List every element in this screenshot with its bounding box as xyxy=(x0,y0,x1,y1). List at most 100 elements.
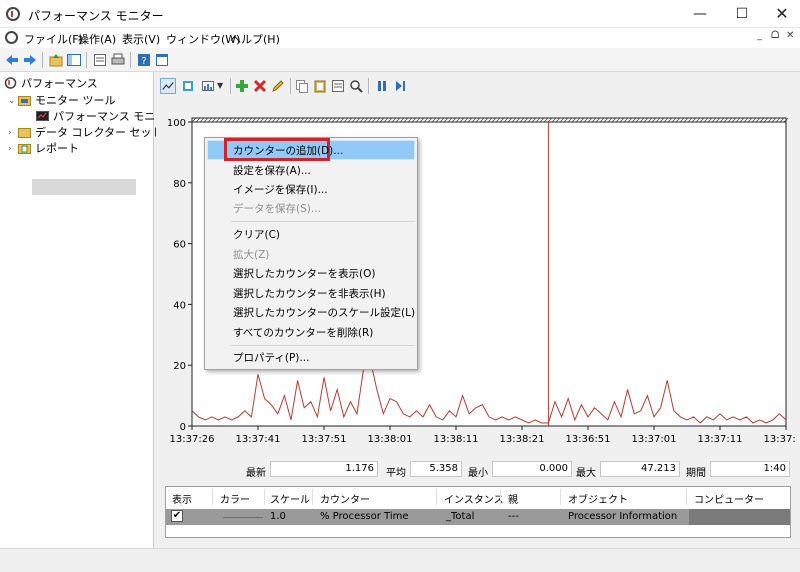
menu-item-remove-all[interactable]: すべてのカウンターを削除(R) xyxy=(233,325,373,340)
menu-item-show-selected[interactable]: 選択したカウンターを表示(O) xyxy=(233,266,375,281)
toolbar-separator xyxy=(290,78,291,94)
column-header-parent[interactable]: 親 xyxy=(508,491,518,506)
tree-item-monitor-tools[interactable]: モニター ツール xyxy=(18,93,116,109)
paste-counter-list-icon[interactable] xyxy=(312,78,328,94)
update-data-icon[interactable] xyxy=(392,78,408,94)
main-toolbar: ? xyxy=(0,48,800,72)
y-axis-ticks: 100 80 60 40 20 0 xyxy=(167,118,192,433)
perfmon-app-icon xyxy=(6,7,20,21)
toolbar-separator xyxy=(42,52,43,68)
up-folder-icon[interactable] xyxy=(48,52,64,68)
close-button[interactable]: ✕ xyxy=(762,0,800,28)
x-tick-label: 13:38:21 xyxy=(500,434,545,445)
mdi-minimize-button[interactable]: _ xyxy=(757,30,762,41)
y-tick-label: 20 xyxy=(173,361,186,372)
x-tick-label: 13:37:11 xyxy=(698,434,743,445)
menu-help[interactable]: ヘルプ(H) xyxy=(230,31,280,47)
menu-view[interactable]: 表示(V) xyxy=(122,31,160,47)
graph-toolbar: ▼ xyxy=(156,74,800,100)
expand-chevron-icon[interactable]: ⌄ xyxy=(8,96,16,106)
minimize-button[interactable]: — xyxy=(680,0,720,28)
y-tick-label: 60 xyxy=(173,240,186,251)
x-tick-label: 13:37:51 xyxy=(302,434,347,445)
cell-computer xyxy=(689,509,790,525)
menu-file[interactable]: ファイル(F) xyxy=(24,31,83,47)
y-tick-label: 80 xyxy=(173,179,186,190)
tree-label: データ コレクター セット xyxy=(35,126,163,139)
forward-arrow-icon[interactable] xyxy=(22,52,38,68)
cell-instance: _Total xyxy=(446,511,475,522)
delete-counter-icon[interactable] xyxy=(252,78,268,94)
column-header-show[interactable]: 表示 xyxy=(172,491,192,506)
properties-icon[interactable] xyxy=(330,78,346,94)
stat-last-label: 最新 xyxy=(246,468,266,479)
column-divider xyxy=(312,489,313,505)
column-header-instance[interactable]: インスタンス xyxy=(444,491,504,506)
y-tick-label: 0 xyxy=(180,422,186,433)
menu-action[interactable]: 操作(A) xyxy=(78,31,116,47)
tree-label: レポート xyxy=(35,142,79,155)
x-axis-ticks: 13:37:26 13:37:41 13:37:51 13:38:01 13:38:11… xyxy=(170,426,796,445)
collapse-chevron-icon[interactable]: › xyxy=(8,144,12,154)
tree-selection-highlight xyxy=(32,179,136,195)
zoom-icon[interactable] xyxy=(348,78,364,94)
svg-text:?: ? xyxy=(141,56,146,67)
menu-item-hide-selected[interactable]: 選択したカウンターを非表示(H) xyxy=(233,286,386,301)
show-hide-tree-icon[interactable] xyxy=(66,52,82,68)
menu-item-scale-selected[interactable]: 選択したカウンターのスケール設定(L) xyxy=(233,305,415,320)
perfmon-menu-icon[interactable] xyxy=(5,31,18,44)
toolbar-separator xyxy=(130,52,131,68)
menu-item-zoom: 拡大(Z) xyxy=(233,249,270,261)
x-tick-label: 13:37:41 xyxy=(236,434,281,445)
tree-item-performance[interactable]: パフォーマンス xyxy=(4,76,98,92)
pause-icon[interactable] xyxy=(374,78,390,94)
add-counter-icon[interactable] xyxy=(234,78,250,94)
menu-bar: ファイル(F) 操作(A) 表示(V) ウィンドウ(W) ヘルプ(H) _ ᗝ … xyxy=(0,28,800,48)
toolbar-separator xyxy=(368,78,369,94)
maximize-button[interactable]: ☐ xyxy=(722,0,762,28)
mdi-close-button[interactable]: ✕ xyxy=(786,30,794,41)
menu-item-save-image[interactable]: イメージを保存(I)... xyxy=(233,182,328,197)
tree-item-reports[interactable]: レポート xyxy=(18,141,79,157)
menu-item-properties[interactable]: プロパティ(P)... xyxy=(233,350,309,365)
copy-properties-icon[interactable] xyxy=(294,78,310,94)
stat-max-label: 最大 xyxy=(576,468,596,479)
x-tick-label: 13:37:25 xyxy=(764,434,796,445)
menu-item-save-settings[interactable]: 設定を保存(A)... xyxy=(233,163,311,178)
y-tick-label: 40 xyxy=(173,300,186,311)
stat-duration-value: 1:40 xyxy=(710,461,790,477)
menu-item-save-data: データを保存(S)... xyxy=(233,203,321,215)
column-header-color[interactable]: カラー xyxy=(220,491,250,506)
stat-duration-label: 期間 xyxy=(686,468,706,479)
column-header-computer[interactable]: コンピューター xyxy=(694,491,764,506)
show-checkbox[interactable]: ✔ xyxy=(171,510,183,522)
collapse-chevron-icon[interactable]: › xyxy=(8,128,12,138)
tree-item-data-collector-sets[interactable]: データ コレクター セット xyxy=(18,125,163,141)
column-divider xyxy=(686,489,687,505)
tree-label: モニター ツール xyxy=(35,94,116,107)
properties-icon[interactable] xyxy=(154,52,170,68)
column-header-object[interactable]: オブジェクト xyxy=(568,491,628,506)
back-arrow-icon[interactable] xyxy=(4,52,20,68)
view-current-activity-icon[interactable] xyxy=(180,78,196,94)
column-header-scale[interactable]: スケール xyxy=(270,491,310,506)
folder-icon xyxy=(18,96,31,106)
monitor-chart-icon xyxy=(36,111,49,121)
column-header-counter[interactable]: カウンター xyxy=(320,491,370,506)
toolbar-separator xyxy=(230,78,231,94)
menu-item-add-counter[interactable]: カウンターの追加(D)... xyxy=(233,143,343,158)
highlight-pencil-icon[interactable] xyxy=(270,78,286,94)
help-icon[interactable]: ? xyxy=(136,52,152,68)
x-tick-label: 13:37:01 xyxy=(632,434,677,445)
stat-avg-label: 平均 xyxy=(386,468,406,479)
mdi-restore-button[interactable]: ᗝ xyxy=(771,30,779,41)
cell-object: Processor Information xyxy=(568,511,678,522)
folder-icon xyxy=(18,144,31,154)
dropdown-arrow-icon[interactable]: ▼ xyxy=(217,81,223,90)
print-icon[interactable] xyxy=(110,52,126,68)
view-graph-icon[interactable] xyxy=(160,78,176,94)
change-graph-type-icon[interactable] xyxy=(200,78,216,94)
x-tick-label: 13:38:01 xyxy=(368,434,413,445)
export-list-icon[interactable] xyxy=(92,52,108,68)
menu-item-clear[interactable]: クリア(C) xyxy=(233,227,280,242)
